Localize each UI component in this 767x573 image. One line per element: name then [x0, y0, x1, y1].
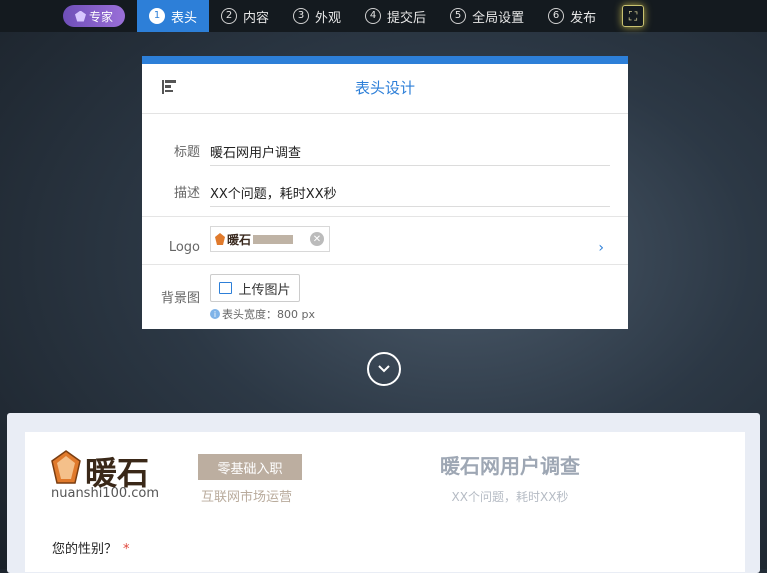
step-label: 全局设置	[472, 10, 525, 26]
title-input[interactable]: 暖石网用户调查	[210, 142, 610, 166]
step-tab-content[interactable]: 2 内容	[209, 0, 281, 32]
info-icon: i	[210, 309, 220, 319]
question-label: 您的性别？ *	[52, 538, 130, 557]
upload-label: 上传图片	[238, 282, 291, 298]
brand-tag: 零基础入职	[198, 454, 302, 480]
width-hint: i 表头宽度：800 px	[210, 306, 315, 322]
divider	[142, 216, 628, 217]
step-number: 3	[293, 8, 310, 24]
header-design-panel: 表头设计 标题 暖石网用户调查 描述 XX个问题，耗时XX秒 Logo 暖石 ✕…	[142, 56, 628, 329]
remove-logo-button[interactable]: ✕	[310, 232, 324, 246]
brand-logo-icon	[215, 233, 225, 245]
logo-tag	[253, 234, 294, 244]
fullscreen-button[interactable]: ⛶	[622, 5, 645, 27]
survey-preview-card: 暖石 nuanshi100.com 零基础入职 互联网市场运营 暖石网用户调查 …	[25, 432, 745, 572]
chevron-right-icon[interactable]: ›	[598, 240, 604, 256]
step-number: 1	[149, 8, 165, 24]
background-label: 背景图	[160, 291, 200, 306]
required-mark: *	[123, 542, 130, 557]
preview-description: XX个问题，耗时XX秒	[451, 490, 569, 504]
description-input[interactable]: XX个问题，耗时XX秒	[210, 183, 610, 207]
panel-header: 表头设计	[142, 64, 628, 114]
logo-label: Logo	[168, 240, 200, 255]
scroll-down-button[interactable]	[367, 352, 401, 386]
image-icon	[219, 282, 233, 294]
step-tab-appearance[interactable]: 3 外观	[281, 0, 353, 32]
step-tab-header[interactable]: 1 表头	[137, 0, 210, 32]
step-tab-global-settings[interactable]: 5 全局设置	[438, 0, 536, 32]
question-text: 您的性别？	[52, 542, 118, 557]
top-navigation: 专家 1 表头 2 内容 3 外观 4 提交后 5 全局设置 6 发布 ⛶	[0, 0, 767, 32]
hint-text: 表头宽度：800 px	[222, 308, 315, 321]
step-number: 5	[450, 8, 467, 24]
header-layout-icon	[162, 80, 176, 94]
step-label: 外观	[315, 10, 342, 26]
brand-logo-icon	[51, 450, 81, 484]
step-tab-publish[interactable]: 6 发布	[536, 0, 608, 32]
expert-label: 专家	[88, 9, 113, 24]
divider	[142, 264, 628, 265]
title-label: 标题	[173, 145, 200, 160]
panel-title: 表头设计	[354, 79, 415, 97]
upload-image-button[interactable]: 上传图片	[210, 274, 300, 302]
step-tab-after-submit[interactable]: 4 提交后	[353, 0, 438, 32]
step-label: 内容	[243, 10, 270, 26]
description-label: 描述	[173, 186, 200, 201]
step-number: 6	[548, 8, 565, 24]
step-number: 4	[365, 8, 382, 24]
logo-thumbnail[interactable]: 暖石 ✕	[210, 226, 330, 252]
expert-mode-button[interactable]: 专家	[63, 5, 125, 27]
preview-title: 暖石网用户调查	[440, 454, 580, 478]
gem-icon	[74, 10, 86, 22]
brand-url: nuanshi100.com	[51, 486, 160, 501]
fullscreen-icon: ⛶	[628, 8, 638, 23]
chevron-down-icon	[378, 365, 390, 373]
step-label: 表头	[171, 10, 198, 26]
step-number: 2	[221, 8, 238, 24]
step-label: 发布	[570, 10, 597, 26]
brand-subtitle: 互联网市场运营	[201, 490, 293, 505]
logo-brand-text: 暖石	[227, 232, 252, 247]
step-label: 提交后	[387, 10, 427, 26]
